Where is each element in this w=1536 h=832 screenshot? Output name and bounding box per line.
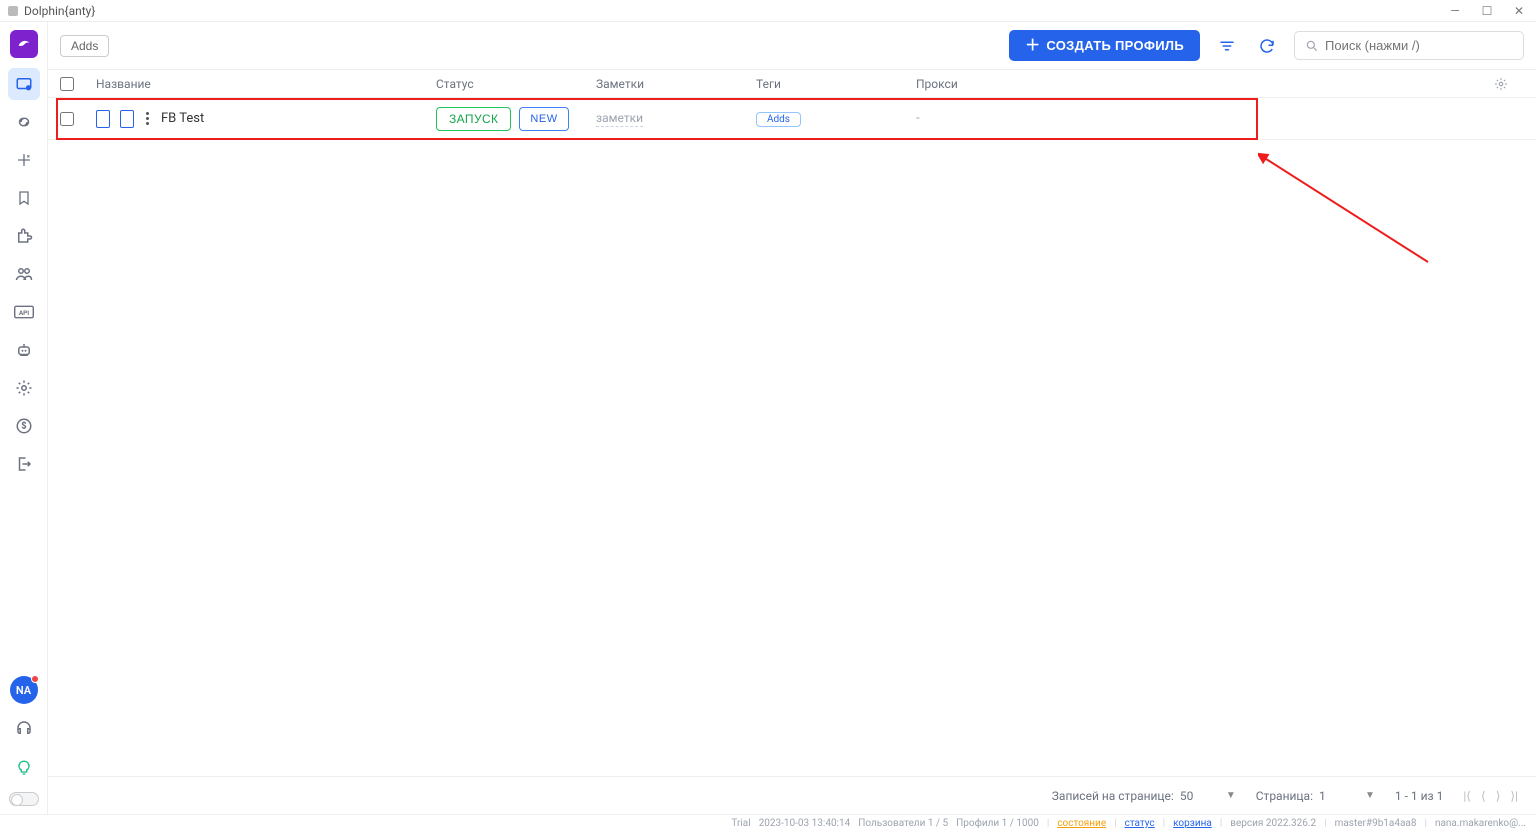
- col-header-name[interactable]: Название: [96, 77, 436, 91]
- status-email: nana.makarenko@...: [1435, 818, 1526, 829]
- annotation-arrow-icon: [1258, 152, 1438, 272]
- page-dropdown-icon[interactable]: ▼: [1365, 790, 1375, 801]
- window-controls: — ☐ ✕: [1446, 4, 1528, 18]
- status-trial: Trial: [731, 818, 750, 829]
- status-badge[interactable]: NEW: [519, 107, 568, 131]
- per-page-dropdown-icon[interactable]: ▼: [1226, 790, 1236, 801]
- app-logo[interactable]: [10, 30, 38, 58]
- table-body: FB Test ЗАПУСК NEW заметки Adds -: [48, 98, 1536, 776]
- launch-button[interactable]: ЗАПУСК: [436, 107, 511, 131]
- status-datetime: 2023-10-03 13:40:14: [759, 818, 851, 829]
- user-avatar[interactable]: NA: [10, 676, 38, 704]
- nav-bookmark-icon[interactable]: [8, 182, 40, 214]
- dolphin-icon: [16, 36, 32, 52]
- notification-dot-icon: [31, 675, 39, 683]
- select-all-checkbox[interactable]: [60, 77, 74, 91]
- nav-logout-icon[interactable]: [8, 448, 40, 480]
- status-users: Пользователи 1 / 5: [858, 818, 948, 829]
- status-version: версия 2022.326.2: [1230, 818, 1316, 829]
- search-input[interactable]: [1325, 38, 1513, 53]
- page-value: 1: [1319, 789, 1359, 803]
- app-mini-logo: [8, 6, 18, 16]
- avatar-initials: NA: [16, 684, 31, 697]
- nav-extension-icon[interactable]: [8, 220, 40, 252]
- table-row[interactable]: FB Test ЗАПУСК NEW заметки Adds -: [48, 98, 1536, 140]
- create-profile-label: СОЗДАТЬ ПРОФИЛЬ: [1046, 38, 1184, 53]
- per-page-value: 50: [1180, 789, 1220, 803]
- pagination-bar: Записей на странице: 50 ▼ Страница: 1 ▼ …: [48, 776, 1536, 814]
- window-minimize-button[interactable]: —: [1446, 4, 1464, 18]
- page-label: Страница:: [1256, 789, 1313, 803]
- page-next-icon[interactable]: ⟩: [1496, 789, 1501, 803]
- search-bar[interactable]: [1294, 31, 1524, 60]
- status-build: master#9b1a4aa8: [1335, 818, 1417, 829]
- tablet-icon[interactable]: [120, 110, 134, 128]
- theme-toggle[interactable]: [9, 792, 39, 806]
- status-link-status[interactable]: статус: [1125, 818, 1155, 829]
- filter-icon[interactable]: [1214, 33, 1240, 59]
- page-last-icon[interactable]: ⟩|: [1510, 789, 1518, 803]
- tags-add-button[interactable]: Adds: [756, 112, 801, 127]
- nav-robot-icon[interactable]: [8, 334, 40, 366]
- mobile-icon[interactable]: [96, 110, 110, 128]
- window-title: Dolphin{anty}: [24, 4, 95, 18]
- refresh-icon[interactable]: [1254, 33, 1280, 59]
- status-profiles: Профили 1 / 1000: [956, 818, 1039, 829]
- status-bar: Trial 2023-10-03 13:40:14 Пользователи 1…: [0, 814, 1536, 832]
- create-profile-button[interactable]: ＋ СОЗДАТЬ ПРОФИЛЬ: [1009, 30, 1200, 61]
- window-titlebar: Dolphin{anty} — ☐ ✕: [0, 0, 1536, 22]
- nav-profiles-icon[interactable]: [8, 68, 40, 100]
- row-checkbox[interactable]: [60, 112, 74, 126]
- nav-api-icon[interactable]: API: [8, 296, 40, 328]
- per-page-label: Записей на странице:: [1052, 789, 1174, 803]
- profile-name: FB Test: [161, 111, 204, 126]
- col-header-proxy[interactable]: Прокси: [916, 77, 1494, 91]
- col-header-tags[interactable]: Теги: [756, 77, 916, 91]
- status-link-state[interactable]: состояние: [1057, 818, 1106, 829]
- nav-users-icon[interactable]: [8, 258, 40, 290]
- tips-lightbulb-icon[interactable]: [8, 752, 40, 784]
- status-link-trash[interactable]: корзина: [1173, 818, 1212, 829]
- sidebar: API NA: [0, 22, 48, 814]
- page-first-icon[interactable]: |⟨: [1463, 789, 1471, 803]
- main-panel: Adds ＋ СОЗДАТЬ ПРОФИЛЬ: [48, 22, 1536, 814]
- table-settings-icon[interactable]: [1494, 77, 1524, 91]
- window-close-button[interactable]: ✕: [1510, 4, 1528, 18]
- col-header-status[interactable]: Статус: [436, 77, 596, 91]
- toolbar: Adds ＋ СОЗДАТЬ ПРОФИЛЬ: [48, 22, 1536, 70]
- support-headset-icon[interactable]: [8, 712, 40, 744]
- notes-cell[interactable]: заметки: [596, 111, 643, 127]
- nav-billing-icon[interactable]: [8, 410, 40, 442]
- nav-settings-icon[interactable]: [8, 372, 40, 404]
- page-prev-icon[interactable]: ⟨: [1481, 789, 1486, 803]
- adds-button[interactable]: Adds: [60, 35, 109, 57]
- col-header-notes[interactable]: Заметки: [596, 77, 756, 91]
- nav-plus-icon[interactable]: [8, 144, 40, 176]
- row-actions-menu-icon[interactable]: [144, 110, 151, 127]
- nav-proxy-icon[interactable]: [8, 106, 40, 138]
- table-header: Название Статус Заметки Теги Прокси: [48, 70, 1536, 98]
- search-icon: [1305, 39, 1319, 53]
- window-maximize-button[interactable]: ☐: [1478, 4, 1496, 18]
- plus-icon: ＋: [1025, 38, 1040, 53]
- range-label: 1 - 1 из 1: [1395, 789, 1443, 803]
- proxy-cell: -: [916, 111, 920, 126]
- svg-text:API: API: [18, 309, 28, 317]
